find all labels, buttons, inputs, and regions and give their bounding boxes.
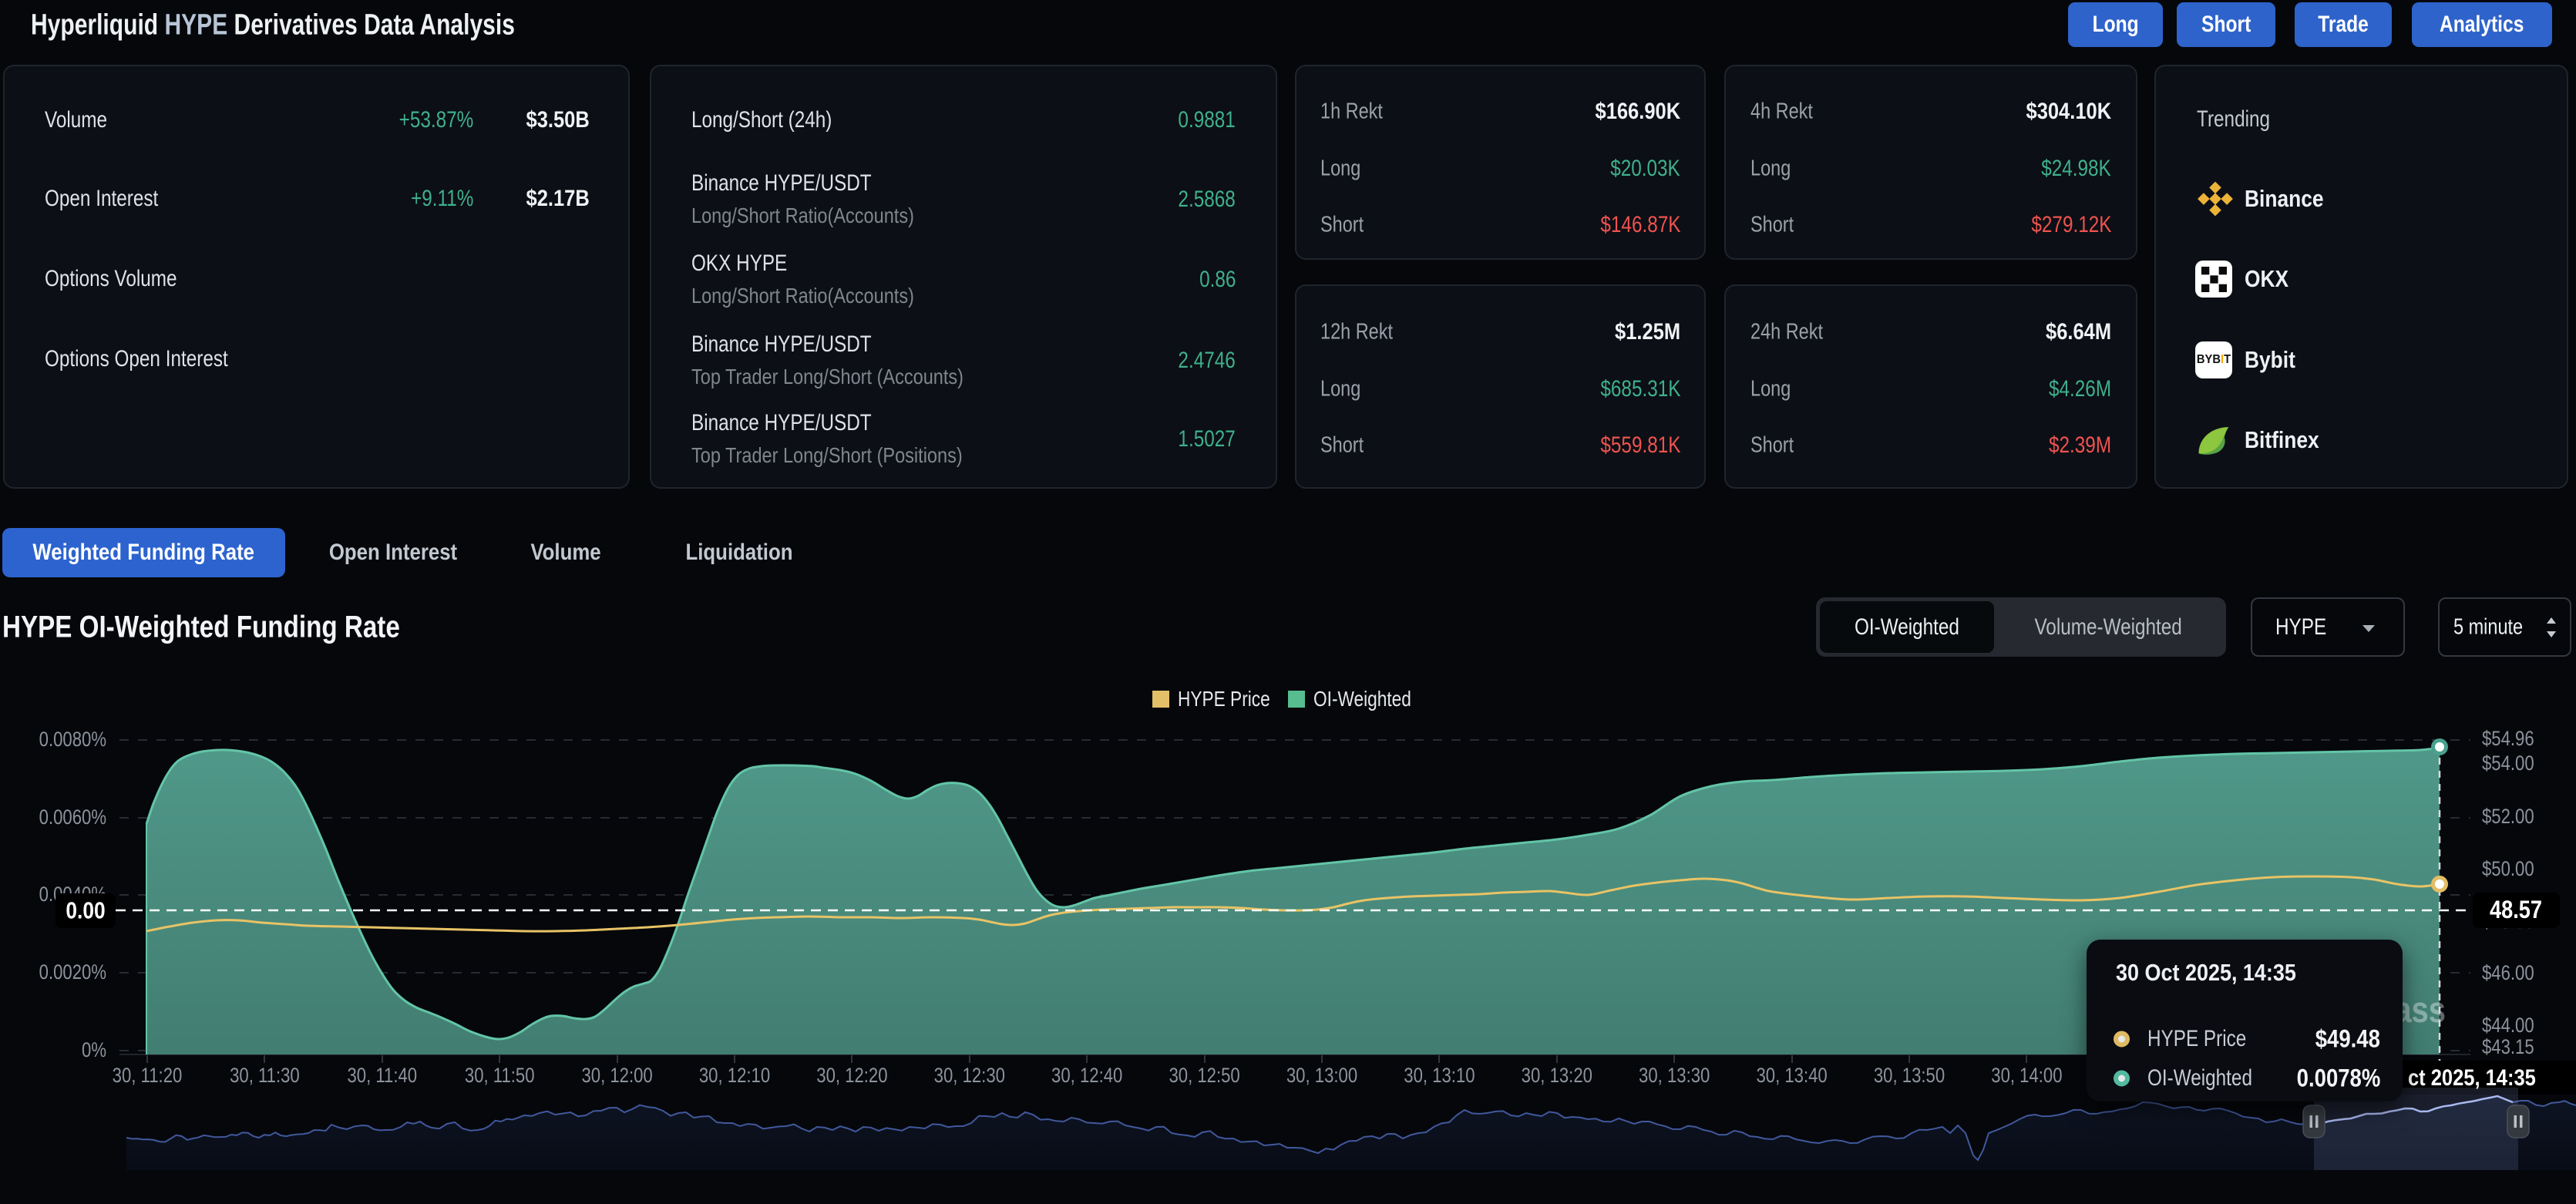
svg-text:0.00: 0.00 xyxy=(66,898,105,924)
svg-text:30, 12:30: 30, 12:30 xyxy=(934,1064,1005,1088)
svg-text:0.0020%: 0.0020% xyxy=(39,961,106,984)
svg-text:$43.15: $43.15 xyxy=(2482,1036,2534,1059)
svg-text:$54.00: $54.00 xyxy=(2482,752,2534,775)
svg-text:30, 13:40: 30, 13:40 xyxy=(1756,1064,1827,1088)
svg-text:30, 12:10: 30, 12:10 xyxy=(699,1064,770,1088)
svg-text:ct 2025, 14:35: ct 2025, 14:35 xyxy=(2408,1064,2536,1090)
svg-text:$50.00: $50.00 xyxy=(2482,858,2534,881)
svg-text:48.57: 48.57 xyxy=(2490,896,2542,924)
svg-text:30, 13:30: 30, 13:30 xyxy=(1639,1064,1710,1088)
svg-text:30, 11:50: 30, 11:50 xyxy=(465,1064,535,1088)
svg-text:$46.00: $46.00 xyxy=(2482,962,2534,985)
svg-text:30, 13:10: 30, 13:10 xyxy=(1404,1064,1475,1088)
svg-text:30, 12:40: 30, 12:40 xyxy=(1051,1064,1122,1088)
svg-text:30, 13:00: 30, 13:00 xyxy=(1286,1064,1357,1088)
svg-text:30, 12:50: 30, 12:50 xyxy=(1169,1064,1239,1088)
svg-text:0%: 0% xyxy=(82,1039,106,1062)
svg-text:30, 14:00: 30, 14:00 xyxy=(1991,1064,2062,1088)
svg-text:$54.96: $54.96 xyxy=(2482,728,2534,751)
svg-text:30, 12:20: 30, 12:20 xyxy=(816,1064,887,1088)
svg-text:30, 11:30: 30, 11:30 xyxy=(230,1064,300,1088)
svg-text:0.0080%: 0.0080% xyxy=(39,728,106,752)
svg-text:30, 11:40: 30, 11:40 xyxy=(347,1064,417,1088)
svg-text:$44.00: $44.00 xyxy=(2482,1014,2534,1038)
svg-text:30, 13:20: 30, 13:20 xyxy=(1522,1064,1592,1088)
svg-text:30, 11:20: 30, 11:20 xyxy=(113,1064,183,1088)
svg-text:0.0060%: 0.0060% xyxy=(39,806,106,829)
svg-text:30, 12:00: 30, 12:00 xyxy=(581,1064,652,1088)
svg-text:$52.00: $52.00 xyxy=(2482,805,2534,829)
svg-text:30, 13:50: 30, 13:50 xyxy=(1874,1064,1945,1088)
